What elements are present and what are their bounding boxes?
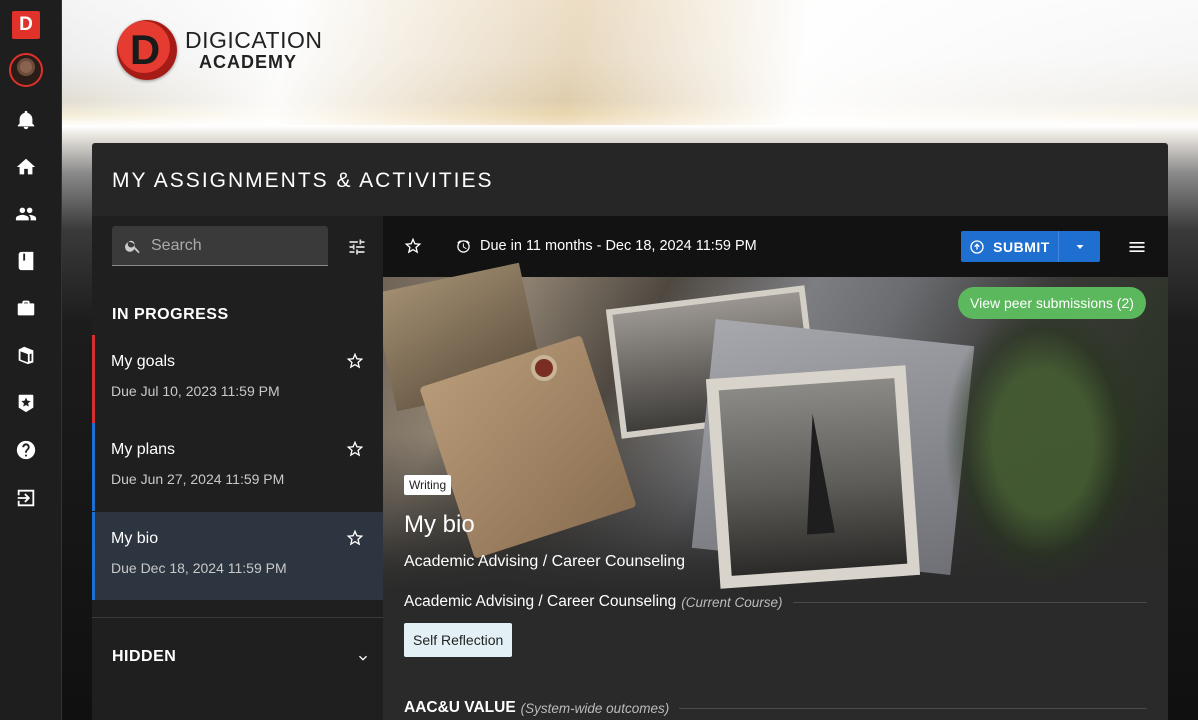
section-in-progress: IN PROGRESS bbox=[112, 306, 229, 323]
course-name: Academic Advising / Career Counseling bbox=[404, 593, 677, 610]
section-hidden[interactable]: HIDDEN bbox=[112, 648, 176, 666]
search-box[interactable] bbox=[112, 226, 328, 266]
avatar[interactable] bbox=[9, 53, 43, 87]
assignment-list: IN PROGRESS My goals Due Jul 10, 2023 11… bbox=[92, 216, 383, 720]
upload-icon bbox=[970, 239, 984, 254]
list-item-my-bio[interactable]: My bio Due Dec 18, 2024 11:59 PM bbox=[92, 512, 383, 600]
home-icon[interactable] bbox=[14, 155, 38, 179]
list-item-my-goals[interactable]: My goals Due Jul 10, 2023 11:59 PM bbox=[92, 335, 383, 423]
aac-name: AAC&U VALUE bbox=[404, 699, 516, 716]
category-tag: Writing bbox=[404, 475, 452, 495]
list-item-my-plans[interactable]: My plans Due Jun 27, 2024 11:59 PM bbox=[92, 423, 383, 511]
item-due: Due Jun 27, 2024 11:59 PM bbox=[111, 471, 285, 487]
aac-note: (System-wide outcomes) bbox=[520, 700, 670, 716]
hero-tag-hole bbox=[531, 355, 557, 381]
star-icon[interactable] bbox=[345, 351, 365, 371]
item-due: Due Dec 18, 2024 11:59 PM bbox=[111, 560, 287, 576]
hero-eiffel-photo bbox=[705, 365, 921, 589]
course-note: (Current Course) bbox=[681, 594, 783, 610]
brand-text: DIGICATION ACADEMY bbox=[185, 28, 322, 71]
filter-icon[interactable] bbox=[346, 236, 368, 258]
item-name: My plans bbox=[111, 441, 176, 458]
star-icon[interactable] bbox=[345, 439, 365, 459]
chevron-down-icon[interactable] bbox=[355, 650, 371, 666]
item-name: My goals bbox=[111, 353, 176, 370]
submit-dropdown-button[interactable] bbox=[1059, 231, 1100, 262]
star-icon[interactable] bbox=[345, 528, 365, 548]
clock-icon bbox=[456, 239, 471, 254]
search-input[interactable] bbox=[151, 236, 311, 255]
submit-label: SUBMIT bbox=[993, 238, 1050, 255]
hero-image: View peer submissions (2) Writing My bio… bbox=[383, 262, 1168, 590]
submit-button[interactable]: SUBMIT bbox=[961, 231, 1059, 262]
item-name: My bio bbox=[111, 530, 159, 547]
books-icon[interactable] bbox=[14, 343, 38, 367]
brand-line1: DIGICATION bbox=[185, 27, 323, 54]
menu-icon[interactable] bbox=[1127, 237, 1147, 257]
brand-logo[interactable]: D DIGICATION ACADEMY bbox=[117, 20, 322, 80]
submit-button-group: SUBMIT bbox=[961, 231, 1100, 262]
item-due: Due Jul 10, 2023 11:59 PM bbox=[111, 383, 280, 399]
bell-icon[interactable] bbox=[14, 108, 38, 132]
caret-down-icon bbox=[1076, 244, 1083, 249]
outcome-chip[interactable]: Self Reflection bbox=[404, 623, 513, 657]
assignment-detail: Due in 11 months - Dec 18, 2024 11:59 PM… bbox=[383, 216, 1168, 720]
people-icon[interactable] bbox=[14, 202, 38, 226]
left-rail: D bbox=[0, 0, 62, 720]
brand-mark: D bbox=[117, 20, 177, 80]
hero-fern bbox=[943, 297, 1143, 587]
briefcase-icon[interactable] bbox=[14, 296, 38, 320]
divider bbox=[92, 617, 383, 618]
page-title: MY ASSIGNMENTS & ACTIVITIES bbox=[112, 169, 494, 192]
view-peer-submissions-button[interactable]: View peer submissions (2) bbox=[958, 287, 1146, 319]
logout-icon[interactable] bbox=[14, 486, 38, 510]
brand-line2: ACADEMY bbox=[199, 51, 298, 72]
help-icon[interactable] bbox=[14, 438, 38, 462]
course-heading: Academic Advising / Career Counseling (C… bbox=[404, 593, 1147, 611]
star-badge-icon[interactable] bbox=[14, 391, 38, 415]
assignments-panel: MY ASSIGNMENTS & ACTIVITIES IN PROGRESS … bbox=[92, 143, 1168, 720]
assignment-subtitle: Academic Advising / Career Counseling bbox=[404, 553, 686, 570]
assignment-title: My bio bbox=[404, 511, 475, 538]
search-icon bbox=[125, 240, 140, 253]
app-logo[interactable]: D bbox=[12, 11, 40, 39]
due-text: Due in 11 months - Dec 18, 2024 11:59 PM bbox=[480, 238, 757, 254]
aac-heading: AAC&U VALUE (System-wide outcomes) bbox=[404, 699, 1147, 717]
book-icon[interactable] bbox=[14, 249, 38, 273]
star-icon[interactable] bbox=[403, 236, 423, 256]
